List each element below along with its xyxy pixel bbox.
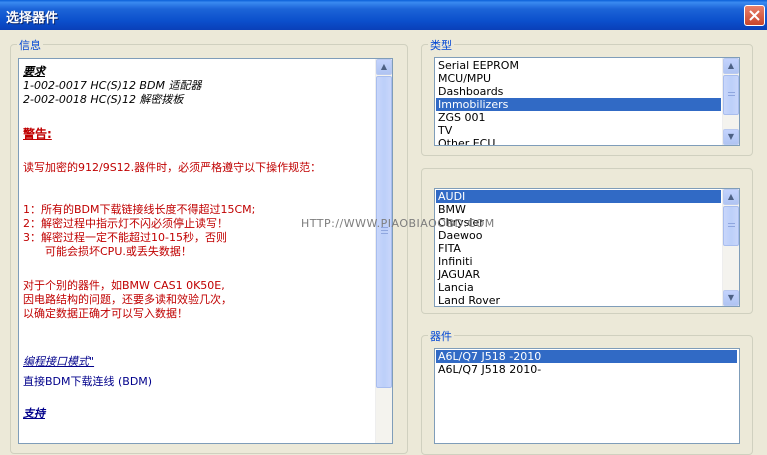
info-panel[interactable]: 要求 1-002-0017 HC(S)12 BDM 适配器 2-002-0018… — [18, 58, 393, 444]
brand-list-item[interactable]: AUDI — [436, 190, 721, 203]
note-2: 因电路结构的问题，还要多读和效验几次， — [23, 293, 232, 306]
interface-value: 直接BDM下载连线 (BDM) — [23, 375, 153, 388]
type-scroll-down-button[interactable]: ▼ — [723, 129, 739, 145]
rule-1: 1：所有的BDM下载链接线长度不得超过15CM; — [23, 203, 256, 216]
warning-intro: 读写加密的912/9S12.器件时，必须严格遵守以下操作规范： — [23, 161, 322, 174]
type-listbox[interactable]: Serial EEPROM MCU/MPU Dashboards Immobilize… — [434, 57, 740, 146]
brand-scrollbar[interactable]: ▲ ▼ — [722, 189, 739, 306]
device-listbox[interactable]: A6L/Q7 J518 -2010 A6L/Q7 J518 2010- — [434, 348, 740, 444]
requirement-1: 1-002-0017 HC(S)12 BDM 适配器 — [23, 79, 202, 92]
device-group-label: 器件 — [428, 328, 454, 344]
close-button[interactable] — [744, 5, 765, 26]
arrow-down-icon: ▼ — [727, 132, 735, 141]
brand-list-item[interactable]: BMW — [436, 203, 721, 216]
arrow-up-icon: ▲ — [727, 61, 735, 70]
requirements-heading: 要求 — [23, 65, 45, 78]
type-scrollbar[interactable]: ▲ ▼ — [722, 58, 739, 145]
watermark: HTTP://WWW.PIAOBIAOOBD.COM — [301, 217, 495, 230]
brand-list-item[interactable]: Lancia — [436, 281, 721, 294]
type-list-item[interactable]: MCU/MPU — [436, 72, 721, 85]
type-list-item[interactable]: ZGS 001 — [436, 111, 721, 124]
type-scroll-thumb[interactable] — [723, 75, 739, 115]
type-list-item[interactable]: Dashboards — [436, 85, 721, 98]
arrow-up-icon: ▲ — [727, 192, 735, 201]
type-group-label: 类型 — [428, 37, 454, 53]
brand-list-item[interactable]: Infiniti — [436, 255, 721, 268]
requirement-2: 2-002-0018 HC(S)12 解密拨板 — [23, 93, 184, 106]
type-list-item[interactable]: TV — [436, 124, 721, 137]
arrow-up-icon: ▲ — [380, 62, 388, 71]
brand-scroll-thumb[interactable] — [723, 206, 739, 246]
info-scrollbar[interactable]: ▲ — [375, 59, 392, 443]
window-title: 选择器件 — [6, 11, 59, 26]
arrow-down-icon: ▼ — [727, 293, 735, 302]
brand-list-item[interactable]: FITA — [436, 242, 721, 255]
warning-heading: 警告: — [23, 127, 52, 141]
brand-list-item[interactable]: Land Rover — [436, 294, 721, 306]
rule-3-cont: 可能会损坏CPU.或丢失数据！ — [45, 245, 192, 258]
type-list-item[interactable]: Other ECU — [436, 137, 721, 145]
type-scroll-up-button[interactable]: ▲ — [723, 58, 739, 74]
brand-listbox[interactable]: AUDI BMW Chrysler Daewoo FITA Infiniti JAGUAR L… — [434, 188, 740, 307]
brand-list-item[interactable]: JAGUAR — [436, 268, 721, 281]
brand-list-item[interactable]: Daewoo — [436, 229, 721, 242]
type-list-item[interactable]: Serial EEPROM — [436, 59, 721, 72]
note-1: 对于个别的器件，如BMW CAS1 0K50E, — [23, 279, 225, 292]
info-group-label: 信息 — [17, 37, 43, 53]
info-scroll-up-button[interactable]: ▲ — [376, 59, 392, 75]
support-heading: 支持 — [23, 407, 45, 420]
brand-scroll-down-button[interactable]: ▼ — [723, 290, 739, 306]
info-scroll-thumb[interactable] — [376, 76, 392, 388]
note-3: 以确定数据正确才可以写入数据！ — [23, 307, 188, 320]
interface-heading: 编程接口模式" — [23, 355, 95, 368]
device-list-item[interactable]: A6L/Q7 J518 2010- — [436, 363, 737, 376]
brand-scroll-up-button[interactable]: ▲ — [723, 189, 739, 205]
type-list-item[interactable]: Immobilizers — [436, 98, 721, 111]
title-bar[interactable]: 选择器件 — [0, 0, 767, 30]
close-icon — [749, 10, 760, 21]
rule-3: 3：解密过程一定不能超过10-15秒，否则 — [23, 231, 227, 244]
device-list-item[interactable]: A6L/Q7 J518 -2010 — [436, 350, 737, 363]
